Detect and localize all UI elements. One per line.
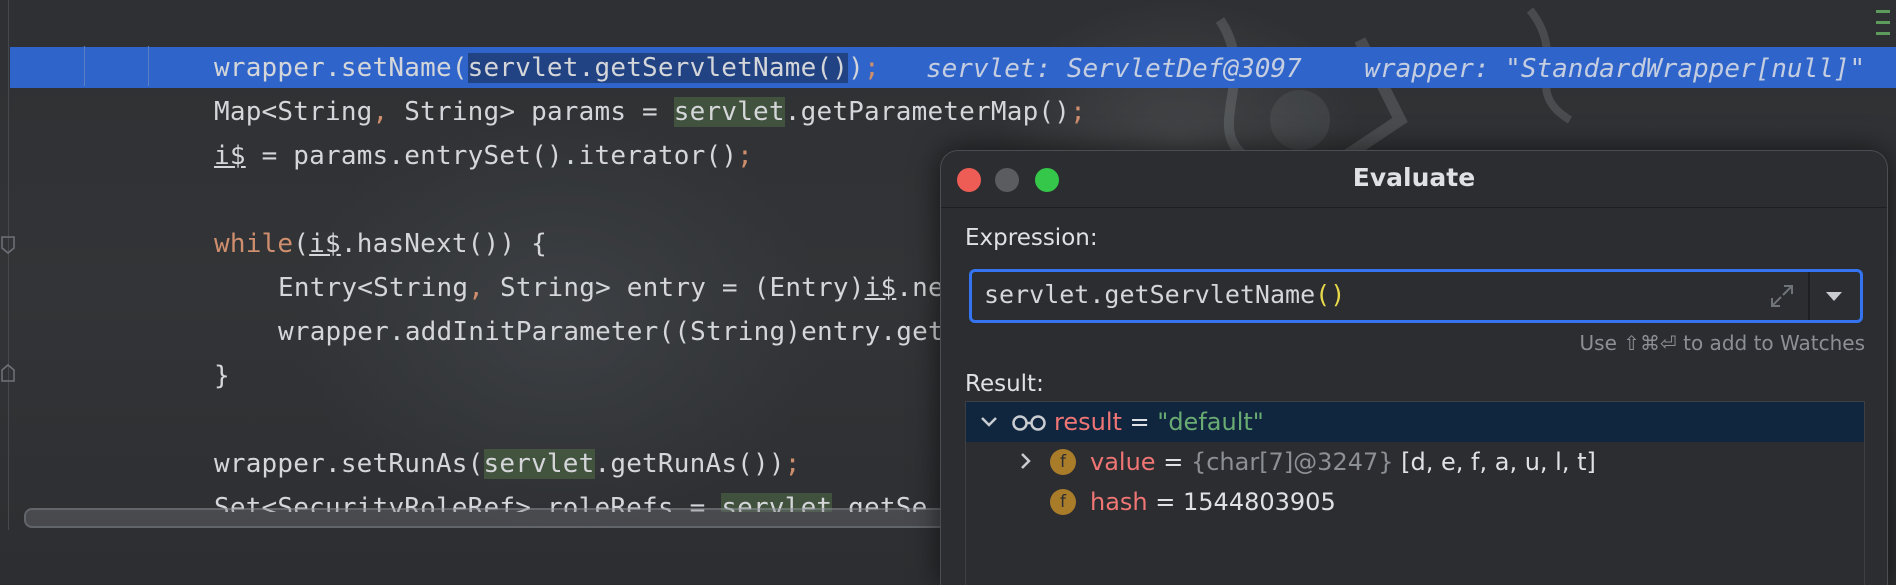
code-line[interactable]: Map<String, String> params = servlet.get… — [214, 90, 1086, 134]
expression-label: Expression: — [965, 225, 1098, 251]
code-text: String> params = — [388, 97, 674, 127]
code-text: .hasNext()) { — [340, 229, 547, 259]
tree-row-result[interactable]: result = "default" — [966, 402, 1864, 442]
code-text: Entry<String — [278, 273, 469, 303]
evaluate-dialog: Evaluate Expression: servlet.getServletN… — [940, 150, 1888, 585]
code-line[interactable]: wrapper.setRunAs(servlet.getRunAs()); — [214, 442, 801, 486]
tree-row-value[interactable]: f value = {char[7]@3247} [d, e, f, a, u,… — [966, 442, 1864, 482]
gutter-divider — [84, 46, 85, 86]
code-text: wrapper.setName( — [214, 53, 468, 83]
field-icon: f — [1050, 489, 1076, 515]
code-keyword: while — [214, 229, 294, 259]
horizontal-scrollbar[interactable] — [24, 508, 1028, 528]
code-line[interactable]: wrapper.addInitParameter((String)entry.g… — [278, 310, 944, 354]
code-semicolon: ; — [784, 449, 801, 479]
dialog-titlebar[interactable]: Evaluate — [941, 151, 1887, 208]
expression-parens: () — [1315, 280, 1346, 309]
code-variable: i$ — [309, 229, 341, 259]
code-text: Map<String — [214, 97, 373, 127]
expression-input[interactable]: servlet.getServletName() — [969, 269, 1863, 323]
expand-icon[interactable] — [1768, 282, 1796, 310]
code-semicolon: ; — [737, 141, 754, 171]
expression-value: servlet.getServletName — [984, 280, 1316, 309]
code-text: .ne — [896, 273, 944, 303]
expression-text: servlet.getServletName() — [984, 280, 1345, 309]
code-text: String> entry = (Entry) — [484, 273, 865, 303]
code-text: .getRunAs()) — [594, 449, 785, 479]
tree-row-value: [d, e, f, a, u, l, t] — [1393, 448, 1596, 476]
code-text: ( — [293, 229, 310, 259]
tree-row-equals: = — [1147, 488, 1184, 516]
code-semicolon: ; — [1070, 97, 1086, 127]
code-selection: servlet.getServletName() — [467, 53, 849, 83]
chevron-right-icon[interactable] — [1014, 450, 1036, 472]
tree-row-name: hash — [1090, 488, 1148, 516]
code-variable: i$ — [864, 273, 897, 303]
code-comma: , — [468, 273, 485, 303]
code-line[interactable]: while(i$.hasNext()) { — [214, 222, 547, 266]
fold-end-marker-icon[interactable] — [0, 364, 16, 382]
tree-row-hash[interactable]: f hash = 1544803905 — [966, 482, 1864, 522]
code-text: .getParameterMap() — [784, 97, 1071, 127]
code-comma: , — [372, 97, 389, 127]
fold-marker-icon[interactable] — [0, 236, 16, 254]
code-highlight: servlet — [673, 97, 785, 127]
tree-row-type: {char[7]@3247} — [1190, 448, 1394, 476]
tree-row-value: 1544803905 — [1183, 488, 1336, 516]
dropdown-separator — [1808, 272, 1810, 320]
watches-hint: Use ⇧⌘⏎ to add to Watches — [1579, 331, 1865, 355]
code-semicolon: ; — [864, 53, 880, 83]
inline-debug-values: servlet: ServletDef@3097 wrapper: "Stand… — [926, 54, 1866, 84]
gutter-divider — [148, 46, 149, 86]
code-line[interactable]: Entry<String, String> entry = (Entry)i$.… — [278, 266, 944, 310]
field-icon: f — [1050, 449, 1076, 475]
result-label: Result: — [965, 371, 1044, 397]
result-tree[interactable]: result = "default" f value = {char[7]@32… — [965, 401, 1865, 585]
code-text: } — [214, 361, 230, 391]
code-variable: i$ — [214, 141, 246, 171]
error-stripe-marks[interactable] — [1876, 10, 1890, 43]
code-highlight: servlet — [483, 449, 595, 479]
code-text: ) — [848, 53, 864, 83]
code-text: wrapper.addInitParameter((String)entry.g… — [278, 317, 944, 347]
tree-row-equals: = — [1121, 408, 1158, 436]
code-line[interactable]: wrapper.setName(servlet.getServletName()… — [214, 46, 880, 90]
chevron-down-icon[interactable] — [978, 410, 1000, 432]
tree-row-name: value — [1090, 448, 1156, 476]
chevron-down-icon[interactable] — [1820, 282, 1848, 310]
tree-row-equals: = — [1155, 448, 1191, 476]
code-line[interactable]: } — [214, 354, 230, 398]
tree-row-name: result — [1054, 408, 1122, 436]
glasses-icon — [1012, 415, 1046, 431]
gutter-line — [8, 0, 9, 530]
code-text: wrapper.setRunAs( — [214, 449, 484, 479]
code-line[interactable]: i$ = params.entrySet().iterator(); — [214, 134, 753, 178]
tree-row-value: "default" — [1157, 408, 1264, 436]
dialog-title: Evaluate — [1352, 163, 1476, 192]
code-text: = params.entrySet().iterator() — [245, 141, 738, 171]
